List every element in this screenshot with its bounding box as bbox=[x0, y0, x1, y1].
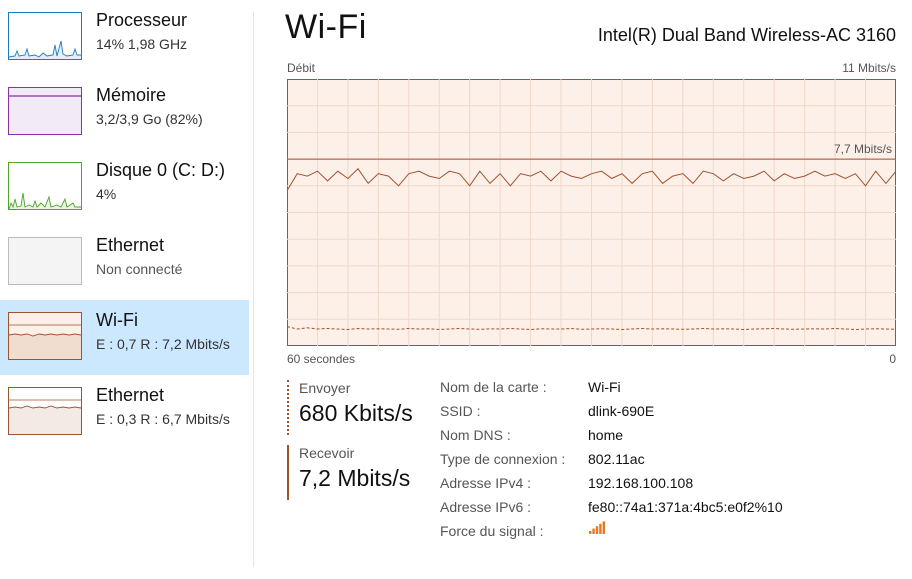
sidebar-item-subtitle: 4% bbox=[96, 186, 117, 202]
property-value: 802.11ac bbox=[588, 451, 645, 467]
thumb-line bbox=[9, 40, 81, 58]
property-row: Adresse IPv6 : fe80::74a1:371a:4bc5:e0f2… bbox=[440, 499, 880, 523]
property-key: Nom DNS : bbox=[440, 427, 511, 443]
send-stat: Envoyer 680 Kbits/s bbox=[287, 380, 429, 435]
sidebar-item-ethernet-disconnected[interactable]: Ethernet Non connecté bbox=[0, 225, 249, 300]
sidebar-item-subtitle: 3,2/3,9 Go (82%) bbox=[96, 111, 203, 127]
signal-bar bbox=[599, 523, 602, 534]
signal-strength-icon bbox=[589, 521, 605, 534]
property-row: Force du signal : bbox=[440, 521, 880, 547]
ethernet-sparkline bbox=[9, 399, 81, 434]
property-key: Type de connexion : bbox=[440, 451, 566, 467]
memory-thumbnail bbox=[8, 87, 82, 135]
page-title: Wi-Fi bbox=[285, 8, 367, 46]
sidebar-item-title: Mémoire bbox=[96, 85, 167, 105]
property-value: 192.168.100.108 bbox=[588, 475, 694, 491]
property-key: SSID : bbox=[440, 403, 481, 419]
thumb-area bbox=[9, 406, 81, 434]
pane-divider bbox=[253, 12, 254, 567]
property-value: home bbox=[588, 427, 624, 443]
send-label: Envoyer bbox=[299, 380, 351, 396]
disk-thumbnail bbox=[8, 162, 82, 210]
sidebar-item-ethernet-connected[interactable]: Ethernet E : 0,3 R : 6,7 Mbits/s bbox=[0, 375, 249, 450]
cpu-sparkline bbox=[9, 40, 81, 59]
chart-ref-label: 7,7 Mbits/s bbox=[834, 142, 892, 156]
sidebar-item-subtitle: E : 0,7 R : 7,2 Mbits/s bbox=[96, 336, 230, 352]
chart-x-end-label: 0 bbox=[889, 352, 896, 366]
signal-bar bbox=[602, 521, 605, 534]
thumb-area bbox=[9, 334, 81, 359]
chart-title: Débit bbox=[287, 61, 316, 75]
sidebar-item-subtitle: Non connecté bbox=[96, 261, 183, 277]
ethernet-sparkline bbox=[9, 238, 81, 284]
ethernet-thumbnail bbox=[8, 237, 82, 285]
receive-label: Recevoir bbox=[299, 445, 355, 461]
throughput-chart: 7,7 Mbits/s bbox=[287, 79, 896, 346]
property-value: fe80::74a1:371a:4bc5:e0f2%10 bbox=[588, 499, 783, 515]
sidebar-item-disk[interactable]: Disque 0 (C: D:) 4% bbox=[0, 150, 249, 225]
property-key: Adresse IPv4 : bbox=[440, 475, 532, 491]
signal-bar bbox=[595, 526, 599, 534]
sidebar-item-wifi[interactable]: Wi-Fi E : 0,7 R : 7,2 Mbits/s bbox=[0, 300, 249, 375]
adapter-name: Intel(R) Dual Band Wireless-AC 3160 bbox=[597, 25, 896, 45]
thumb-line bbox=[9, 405, 81, 409]
sidebar-item-subtitle: 14% 1,98 GHz bbox=[96, 36, 188, 52]
send-value: 680 Kbits/s bbox=[299, 400, 413, 426]
sidebar-item-title: Processeur bbox=[96, 10, 188, 30]
chart-y-max-label: 11 Mbits/s bbox=[842, 61, 896, 75]
property-row: SSID : dlink-690E bbox=[440, 403, 880, 427]
property-row: Adresse IPv4 : 192.168.100.108 bbox=[440, 475, 880, 499]
wifi-thumbnail bbox=[8, 312, 82, 360]
sidebar-item-processor[interactable]: Processeur 14% 1,98 GHz bbox=[0, 0, 249, 75]
chart-x-start-label: 60 secondes bbox=[287, 352, 356, 366]
memory-sparkline bbox=[9, 95, 81, 97]
sidebar-item-memory[interactable]: Mémoire 3,2/3,9 Go (82%) bbox=[0, 75, 249, 150]
property-value: dlink-690E bbox=[588, 403, 655, 419]
ethernet-thumbnail bbox=[8, 387, 82, 435]
receive-stat: Recevoir 7,2 Mbits/s bbox=[287, 445, 429, 500]
property-value: Wi-Fi bbox=[588, 379, 621, 395]
wifi-sparkline bbox=[9, 324, 81, 359]
property-key: Nom de la carte : bbox=[440, 379, 547, 395]
sidebar-item-subtitle: E : 0,3 R : 6,7 Mbits/s bbox=[96, 411, 230, 427]
signal-bar bbox=[589, 531, 592, 534]
property-row: Type de connexion : 802.11ac bbox=[440, 451, 880, 475]
sidebar-item-title: Wi-Fi bbox=[96, 310, 138, 330]
cpu-thumbnail bbox=[8, 12, 82, 60]
disk-sparkline bbox=[9, 192, 81, 209]
property-key: Adresse IPv6 : bbox=[440, 499, 532, 515]
receive-value: 7,2 Mbits/s bbox=[299, 465, 411, 491]
signal-bar bbox=[592, 528, 595, 534]
property-row: Nom DNS : home bbox=[440, 427, 880, 451]
property-row: Nom de la carte : Wi-Fi bbox=[440, 379, 880, 403]
sidebar-item-title: Ethernet bbox=[96, 235, 165, 255]
sidebar-item-title: Ethernet bbox=[96, 385, 165, 405]
sidebar: Processeur 14% 1,98 GHz Mémoire 3,2/3,9 … bbox=[0, 0, 250, 579]
property-key: Force du signal : bbox=[440, 523, 544, 539]
sidebar-item-title: Disque 0 (C: D:) bbox=[96, 160, 226, 180]
